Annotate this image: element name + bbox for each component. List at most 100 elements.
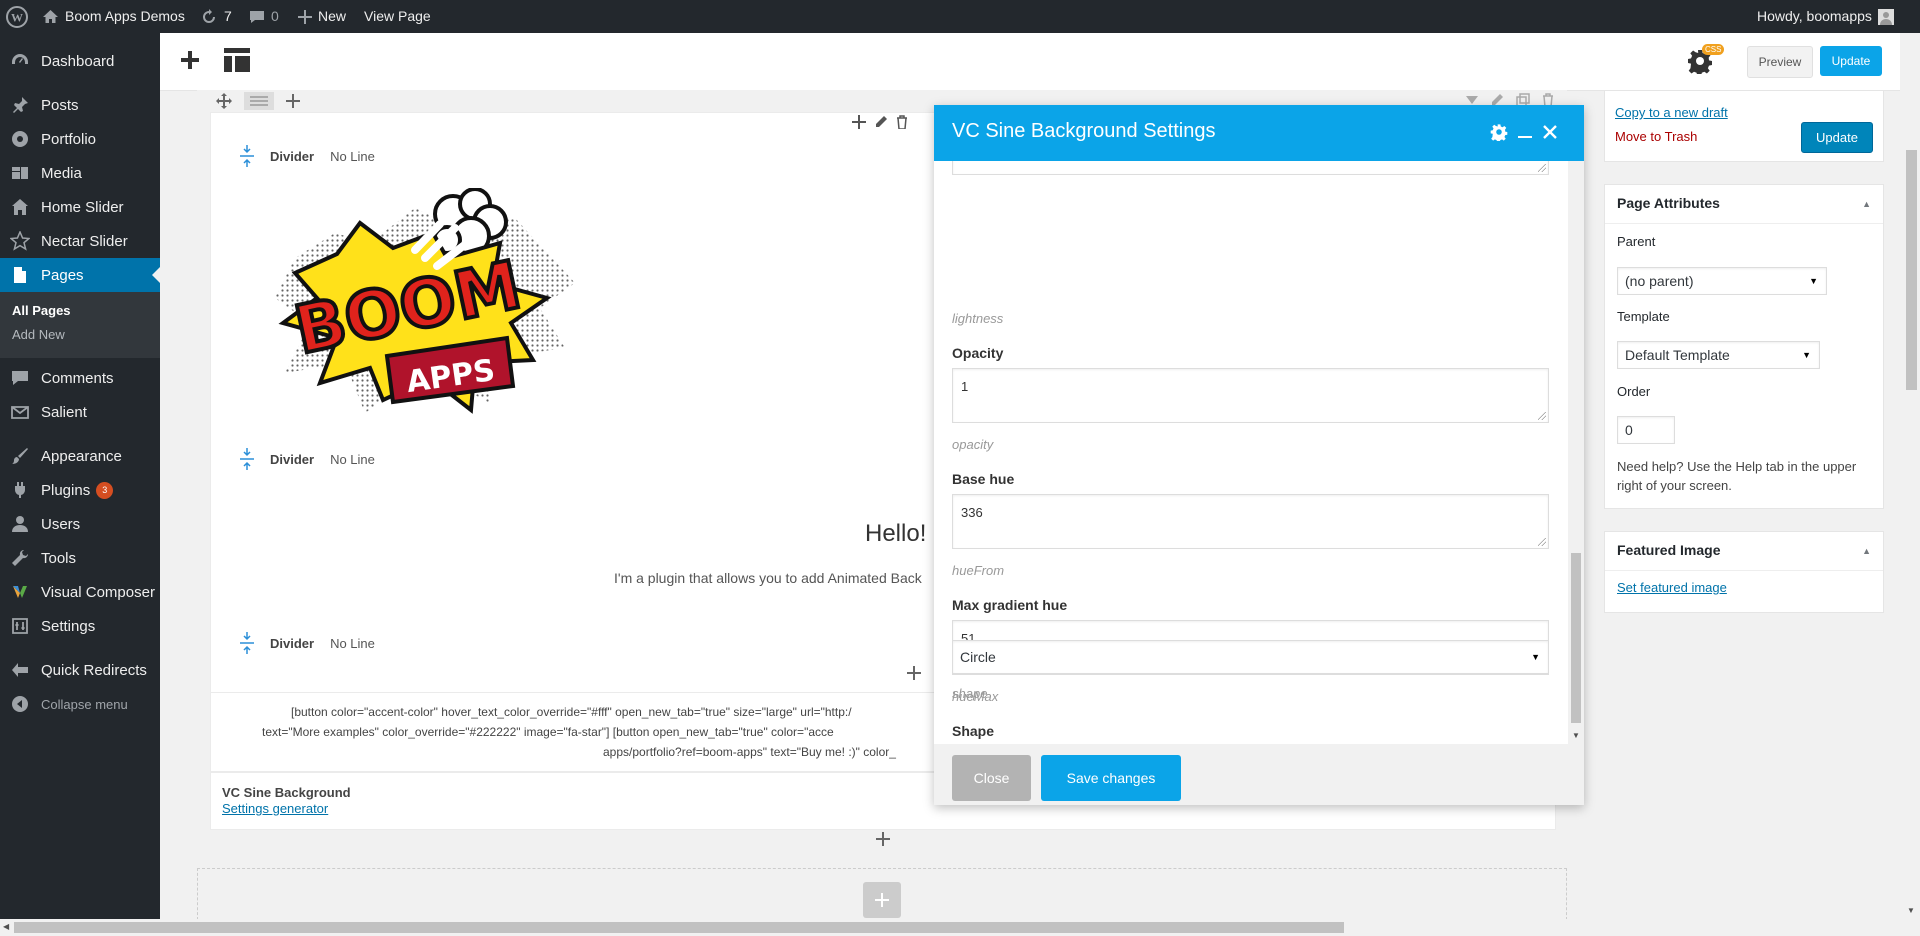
settings-modal: VC Sine Background Settings lightness Op…: [934, 105, 1584, 805]
sidebar-item-nectar-slider[interactable]: Nectar Slider: [0, 224, 160, 258]
add-element-button[interactable]: [175, 45, 205, 75]
modal-scrollbar-thumb[interactable]: [1571, 553, 1581, 723]
sidebar-item-tools[interactable]: Tools: [0, 541, 160, 575]
divider-element[interactable]: Divider No Line: [240, 448, 375, 470]
sidebar-item-visual-composer[interactable]: Visual Composer: [0, 575, 160, 609]
pencil-icon[interactable]: [874, 115, 888, 129]
collapse-toggle-icon[interactable]: ▲: [1862, 199, 1871, 209]
scroll-down-arrow-icon[interactable]: ▼: [1907, 906, 1915, 915]
sidebar-item-appearance[interactable]: Appearance: [0, 439, 160, 473]
sidebar-item-media[interactable]: Media: [0, 156, 160, 190]
plus-icon[interactable]: [852, 115, 866, 129]
updates-count: 7: [224, 8, 232, 24]
sidebar-item-label: Pages: [41, 266, 84, 284]
page-horizontal-scrollbar[interactable]: ◀: [0, 919, 1903, 936]
settings-generator-link[interactable]: Settings generator: [222, 801, 328, 816]
sidebar-item-posts[interactable]: Posts: [0, 88, 160, 122]
move-to-trash-link[interactable]: Move to Trash: [1615, 129, 1697, 144]
scroll-left-arrow-icon[interactable]: ◀: [3, 922, 9, 931]
add-new-row-button[interactable]: [863, 882, 901, 918]
base-hue-value: 336: [961, 505, 983, 520]
copy-to-draft-link[interactable]: Copy to a new draft: [1615, 105, 1728, 120]
divider-label: Divider: [270, 148, 315, 164]
opacity-field[interactable]: 1: [952, 368, 1549, 423]
help-text-line: right of your screen.: [1617, 478, 1732, 493]
sidebar-item-label: Appearance: [41, 447, 122, 465]
new-content-link[interactable]: New: [298, 0, 346, 33]
my-account-link[interactable]: Howdy, boomapps: [1757, 0, 1894, 33]
trash-icon[interactable]: [896, 115, 908, 129]
submenu-all-pages[interactable]: All Pages: [12, 303, 71, 318]
featured-image-box: Featured Image ▲ Set featured image: [1604, 531, 1884, 613]
custom-css-button[interactable]: CSS: [1682, 44, 1725, 78]
gear-icon[interactable]: [1490, 123, 1508, 141]
modal-scrollbar[interactable]: ▼: [1568, 161, 1584, 744]
empty-add-area[interactable]: [197, 868, 1567, 920]
add-row-button[interactable]: [876, 832, 890, 846]
chevron-down-icon[interactable]: [1466, 96, 1478, 104]
plugin-icon: [10, 480, 30, 500]
column-layout-icon[interactable]: [244, 92, 274, 110]
sidebar-item-plugins[interactable]: Plugins 3: [0, 473, 160, 507]
base-hue-field[interactable]: 336: [952, 494, 1549, 549]
opacity-label: Opacity: [952, 345, 1004, 361]
wrench-icon: [10, 548, 30, 568]
close-button[interactable]: Close: [952, 755, 1031, 801]
updates-link[interactable]: 7: [200, 0, 232, 33]
page-vertical-scrollbar[interactable]: ▼: [1903, 90, 1920, 921]
collapse-menu-button[interactable]: Collapse menu: [0, 687, 160, 721]
close-icon[interactable]: [1542, 124, 1558, 140]
scrollbar-thumb[interactable]: [14, 922, 1344, 933]
submenu-add-new[interactable]: Add New: [12, 327, 65, 342]
preview-button[interactable]: Preview: [1747, 46, 1813, 78]
add-element-in-column-button[interactable]: [907, 666, 921, 680]
add-column-icon[interactable]: [286, 94, 300, 108]
scroll-down-arrow-icon[interactable]: ▼: [1572, 731, 1580, 740]
sidebar-item-comments[interactable]: Comments: [0, 361, 160, 395]
sidebar-item-dashboard[interactable]: Dashboard: [0, 44, 160, 78]
publish-box: Copy to a new draft Move to Trash Update: [1604, 90, 1884, 162]
sidebar-item-settings[interactable]: Settings: [0, 609, 160, 643]
plus-icon: [874, 892, 890, 908]
parent-select[interactable]: (no parent) ▼: [1617, 267, 1827, 295]
sidebar-item-quick-redirects[interactable]: Quick Redirects: [0, 653, 160, 687]
site-name-link[interactable]: Boom Apps Demos: [42, 0, 185, 33]
template-value: Default Template: [1625, 347, 1730, 363]
divider: [1605, 223, 1883, 224]
sidebar-item-label: Home Slider: [41, 198, 124, 216]
comments-link[interactable]: 0: [249, 0, 279, 33]
shape-select[interactable]: Circle ▼: [952, 640, 1549, 674]
howdy-text: Howdy, boomapps: [1757, 8, 1872, 24]
comments-count: 0: [271, 8, 279, 24]
divider-element[interactable]: Divider No Line: [240, 145, 375, 167]
sidebar-item-portfolio[interactable]: Portfolio: [0, 122, 160, 156]
sidebar-item-home-slider[interactable]: Home Slider: [0, 190, 160, 224]
comment-icon: [10, 368, 30, 388]
update-button[interactable]: Update: [1820, 46, 1882, 76]
order-input[interactable]: 0: [1617, 416, 1675, 444]
sidebar-item-salient[interactable]: Salient: [0, 395, 160, 429]
select-arrow-icon: ▼: [1531, 652, 1540, 662]
view-page-link[interactable]: View Page: [364, 0, 431, 33]
templates-button[interactable]: [220, 43, 254, 77]
scrollbar-thumb[interactable]: [1906, 150, 1917, 390]
sidebar-item-label: Media: [41, 164, 82, 182]
media-icon: [10, 163, 30, 183]
divider-element[interactable]: Divider No Line: [240, 632, 375, 654]
collapse-toggle-icon[interactable]: ▲: [1862, 546, 1871, 556]
template-select[interactable]: Default Template ▼: [1617, 341, 1820, 369]
boom-apps-logo[interactable]: BOOM APPS: [275, 188, 580, 418]
sidebar-item-pages[interactable]: Pages: [0, 258, 160, 292]
minimize-icon[interactable]: [1518, 136, 1532, 138]
lightness-field[interactable]: [952, 161, 1549, 175]
sidebar-item-label: Visual Composer: [41, 583, 155, 601]
set-featured-image-link[interactable]: Set featured image: [1617, 580, 1727, 595]
page-attributes-title: Page Attributes: [1617, 195, 1720, 211]
sidebar-item-users[interactable]: Users: [0, 507, 160, 541]
avatar: [1877, 8, 1894, 25]
move-icon[interactable]: [216, 93, 232, 109]
publish-update-button[interactable]: Update: [1801, 122, 1873, 153]
wordpress-logo-icon[interactable]: W: [6, 0, 28, 33]
save-changes-button[interactable]: Save changes: [1041, 755, 1181, 801]
shortcode-line: [button color="accent-color" hover_text_…: [291, 705, 852, 719]
